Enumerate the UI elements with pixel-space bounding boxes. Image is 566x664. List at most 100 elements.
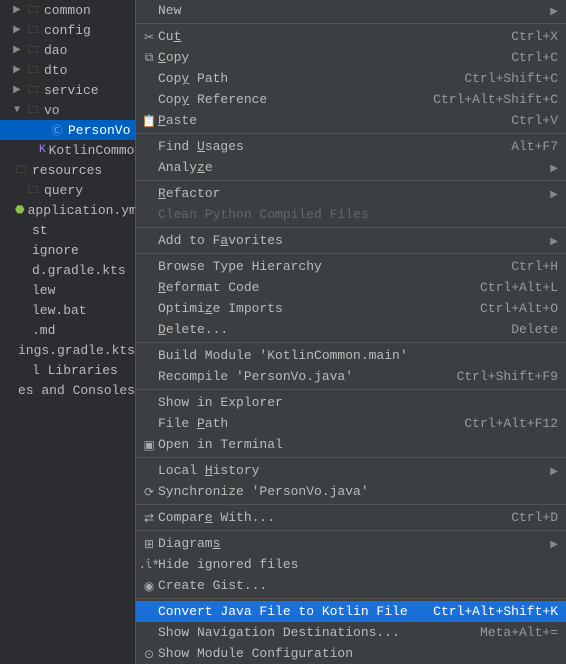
menu-item-label: Show Module Configuration bbox=[158, 646, 558, 661]
tree-item-label: common bbox=[44, 3, 91, 18]
tree-item[interactable]: ▶🗀common bbox=[0, 0, 135, 20]
menu-item[interactable]: ▣Open in Terminal bbox=[136, 434, 566, 455]
menu-item[interactable]: Copy ReferenceCtrl+Alt+Shift+C bbox=[136, 89, 566, 110]
menu-item-label: Cut bbox=[158, 29, 511, 44]
blank-icon bbox=[13, 322, 29, 338]
tree-item[interactable]: 🗀resources bbox=[0, 160, 135, 180]
menu-item-label: Open in Terminal bbox=[158, 437, 558, 452]
tree-item[interactable]: ⒸPersonVo bbox=[0, 120, 135, 140]
tree-item[interactable]: ▼🗀vo bbox=[0, 100, 135, 120]
submenu-arrow-icon: ▶ bbox=[550, 5, 558, 17]
tree-item[interactable]: ▶🗀dto bbox=[0, 60, 135, 80]
menu-item[interactable]: ✂CutCtrl+X bbox=[136, 26, 566, 47]
menu-item[interactable]: Delete...Delete bbox=[136, 319, 566, 340]
tree-item[interactable]: l Libraries bbox=[0, 360, 135, 380]
menu-item-label: Add to Favorites bbox=[158, 233, 544, 248]
yml-icon: ⬣ bbox=[15, 202, 25, 218]
menu-item-shortcut: Ctrl+Shift+C bbox=[464, 71, 558, 86]
tree-item[interactable]: ▶🗀dao bbox=[0, 40, 135, 60]
menu-item-label: Show in Explorer bbox=[158, 395, 558, 410]
tree-item[interactable]: lew bbox=[0, 280, 135, 300]
menu-item-label: Delete... bbox=[158, 322, 511, 337]
menu-item[interactable]: ⟳Synchronize 'PersonVo.java' bbox=[136, 481, 566, 502]
tree-item[interactable]: 🗀query bbox=[0, 180, 135, 200]
menu-item[interactable]: Build Module 'KotlinCommon.main' bbox=[136, 345, 566, 366]
menu-item[interactable]: Show in Explorer bbox=[136, 392, 566, 413]
expand-arrow-icon[interactable]: ▶ bbox=[12, 84, 22, 96]
tree-item[interactable]: ▶🗀config bbox=[0, 20, 135, 40]
menu-item-icon: ▣ bbox=[140, 438, 158, 452]
project-tree[interactable]: ▶🗀common▶🗀config▶🗀dao▶🗀dto▶🗀service▼🗀voⒸ… bbox=[0, 0, 135, 648]
menu-item[interactable]: Browse Type HierarchyCtrl+H bbox=[136, 256, 566, 277]
menu-item[interactable]: Add to Favorites▶ bbox=[136, 230, 566, 251]
tree-item[interactable]: st bbox=[0, 220, 135, 240]
menu-item-label: Find Usages bbox=[158, 139, 511, 154]
tree-item-label: config bbox=[44, 23, 91, 38]
blank-icon bbox=[13, 262, 29, 278]
tree-item[interactable]: d.gradle.kts bbox=[0, 260, 135, 280]
menu-item[interactable]: Local History ▶ bbox=[136, 460, 566, 481]
menu-item[interactable]: Convert Java File to Kotlin FileCtrl+Alt… bbox=[136, 601, 566, 622]
menu-item[interactable]: Reformat CodeCtrl+Alt+L bbox=[136, 277, 566, 298]
tree-item[interactable]: .md bbox=[0, 320, 135, 340]
tree-item[interactable]: ⬣application.yml bbox=[0, 200, 135, 220]
menu-item[interactable]: ⇄Compare With...Ctrl+D bbox=[136, 507, 566, 528]
folder-icon: 🗀 bbox=[25, 82, 41, 98]
expand-arrow-icon[interactable]: ▶ bbox=[12, 64, 22, 76]
menu-item-icon: ✂ bbox=[140, 30, 158, 44]
menu-item[interactable]: Recompile 'PersonVo.java'Ctrl+Shift+F9 bbox=[136, 366, 566, 387]
expand-arrow-icon[interactable]: ▼ bbox=[12, 105, 22, 116]
expand-arrow-icon[interactable]: ▶ bbox=[12, 44, 22, 56]
blank-icon bbox=[8, 342, 15, 358]
submenu-arrow-icon: ▶ bbox=[550, 465, 558, 477]
menu-item-icon: .i* bbox=[140, 558, 158, 571]
tree-item-label: lew.bat bbox=[32, 303, 87, 318]
menu-item-label: Local History bbox=[158, 463, 544, 478]
menu-item-label: Build Module 'KotlinCommon.main' bbox=[158, 348, 558, 363]
menu-item[interactable]: Show Navigation Destinations...Meta+Alt+… bbox=[136, 622, 566, 643]
menu-item-shortcut: Ctrl+Alt+L bbox=[480, 280, 558, 295]
kclass-icon: Ⓒ bbox=[49, 122, 65, 138]
menu-item[interactable]: .i*Hide ignored files bbox=[136, 554, 566, 575]
blank-icon bbox=[13, 302, 29, 318]
tree-item-label: vo bbox=[44, 103, 60, 118]
menu-item[interactable]: Find UsagesAlt+F7 bbox=[136, 136, 566, 157]
menu-item-label: Diagrams bbox=[158, 536, 544, 551]
menu-item[interactable]: ⧉CopyCtrl+C bbox=[136, 47, 566, 68]
tree-item-label: ignore bbox=[32, 243, 79, 258]
menu-item-shortcut: Delete bbox=[511, 322, 558, 337]
tree-item[interactable]: ignore bbox=[0, 240, 135, 260]
tree-item-label: ings.gradle.kts bbox=[18, 343, 135, 358]
menu-item[interactable]: ◉Create Gist... bbox=[136, 575, 566, 596]
menu-item[interactable]: 📋PasteCtrl+V bbox=[136, 110, 566, 131]
folder-icon: 🗀 bbox=[25, 42, 41, 58]
expand-arrow-icon[interactable]: ▶ bbox=[12, 4, 22, 16]
menu-separator bbox=[136, 504, 566, 505]
submenu-arrow-icon: ▶ bbox=[550, 538, 558, 550]
tree-item-label: dao bbox=[44, 43, 67, 58]
menu-separator bbox=[136, 530, 566, 531]
tree-item[interactable]: es and Consoles bbox=[0, 380, 135, 400]
submenu-arrow-icon: ▶ bbox=[550, 162, 558, 174]
menu-item-label: Clean Python Compiled Files bbox=[158, 207, 558, 222]
menu-item[interactable]: New▶ bbox=[136, 0, 566, 21]
tree-item-label: query bbox=[44, 183, 83, 198]
menu-item-label: Copy bbox=[158, 50, 511, 65]
menu-item-label: Show Navigation Destinations... bbox=[158, 625, 480, 640]
menu-item[interactable]: Refactor▶ bbox=[136, 183, 566, 204]
tree-item[interactable]: ings.gradle.kts bbox=[0, 340, 135, 360]
menu-item[interactable]: ⊙Show Module Configuration bbox=[136, 643, 566, 664]
menu-item[interactable]: File PathCtrl+Alt+F12 bbox=[136, 413, 566, 434]
tree-item-label: st bbox=[32, 223, 48, 238]
kfile-icon: K bbox=[39, 142, 46, 158]
tree-item[interactable]: KKotlinCommonA bbox=[0, 140, 135, 160]
menu-item[interactable]: Analyze▶ bbox=[136, 157, 566, 178]
submenu-arrow-icon: ▶ bbox=[550, 188, 558, 200]
menu-separator bbox=[136, 253, 566, 254]
expand-arrow-icon[interactable]: ▶ bbox=[12, 24, 22, 36]
menu-item[interactable]: Copy PathCtrl+Shift+C bbox=[136, 68, 566, 89]
tree-item[interactable]: ▶🗀service bbox=[0, 80, 135, 100]
menu-item[interactable]: ⊞Diagrams▶ bbox=[136, 533, 566, 554]
tree-item[interactable]: lew.bat bbox=[0, 300, 135, 320]
menu-item[interactable]: Optimize ImportsCtrl+Alt+O bbox=[136, 298, 566, 319]
